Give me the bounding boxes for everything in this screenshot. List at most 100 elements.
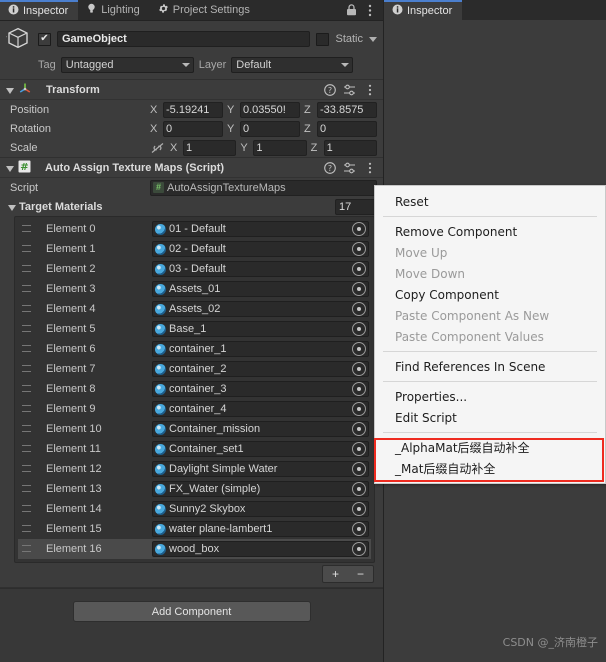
drag-handle-icon[interactable] (20, 384, 34, 394)
menu-item-remove-component[interactable]: Remove Component (375, 221, 605, 242)
object-picker-icon[interactable] (352, 422, 366, 436)
material-object-field[interactable]: Assets_01 (152, 281, 369, 297)
rotation-z-input[interactable]: 0 (317, 120, 377, 137)
list-item[interactable]: Element 9 container_4 (18, 399, 371, 419)
drag-handle-icon[interactable] (20, 484, 34, 494)
object-picker-icon[interactable] (352, 222, 366, 236)
material-object-field[interactable]: FX_Water (simple) (152, 481, 369, 497)
drag-handle-icon[interactable] (20, 244, 34, 254)
object-picker-icon[interactable] (352, 522, 366, 536)
object-picker-icon[interactable] (352, 542, 366, 556)
gameobject-enabled-checkbox[interactable]: ✔ (38, 32, 51, 46)
position-y-input[interactable]: 0.03550! (240, 101, 300, 118)
drag-handle-icon[interactable] (20, 224, 34, 234)
drag-handle-icon[interactable] (20, 424, 34, 434)
script-foldout-icon[interactable] (6, 165, 14, 172)
list-item[interactable]: Element 13 FX_Water (simple) (18, 479, 371, 499)
rotation-y-input[interactable]: 0 (240, 120, 300, 137)
transform-component-header[interactable]: Transform ? (0, 80, 383, 100)
object-picker-icon[interactable] (352, 502, 366, 516)
script-component-header[interactable]: # Auto Assign Texture Maps (Script) ? (0, 158, 383, 178)
object-picker-icon[interactable] (352, 322, 366, 336)
material-object-field[interactable]: Sunny2 Skybox (152, 501, 369, 517)
material-object-field[interactable]: 01 - Default (152, 221, 369, 237)
list-item[interactable]: Element 5 Base_1 (18, 319, 371, 339)
tab-inspector-secondary[interactable]: Inspector (384, 0, 463, 20)
list-item[interactable]: Element 16 wood_box (18, 539, 371, 559)
drag-handle-icon[interactable] (20, 304, 34, 314)
object-picker-icon[interactable] (352, 262, 366, 276)
target-materials-array-header[interactable]: Target Materials 17 (0, 197, 383, 216)
gameobject-name-input[interactable]: GameObject (57, 31, 311, 47)
list-item[interactable]: Element 11 Container_set1 (18, 439, 371, 459)
kebab-menu-icon[interactable] (363, 3, 377, 17)
list-item[interactable]: Element 2 03 - Default (18, 259, 371, 279)
drag-handle-icon[interactable] (20, 544, 34, 554)
drag-handle-icon[interactable] (20, 504, 34, 514)
tag-dropdown[interactable]: Untagged (60, 57, 194, 73)
add-element-button[interactable]: + (323, 566, 348, 582)
menu-item-copy-component[interactable]: Copy Component (375, 284, 605, 305)
material-object-field[interactable]: water plane-lambert1 (152, 521, 369, 537)
lock-icon[interactable] (344, 3, 358, 17)
object-picker-icon[interactable] (352, 482, 366, 496)
position-z-input[interactable]: -33.8575 (317, 101, 377, 118)
material-object-field[interactable]: Daylight Simple Water (152, 461, 369, 477)
drag-handle-icon[interactable] (20, 464, 34, 474)
kebab-menu-icon[interactable] (363, 83, 376, 96)
help-icon[interactable]: ? (323, 161, 336, 174)
object-picker-icon[interactable] (352, 402, 366, 416)
material-object-field[interactable]: container_1 (152, 341, 369, 357)
menu-item-reset[interactable]: Reset (375, 191, 605, 212)
static-dropdown-arrow-icon[interactable] (369, 36, 377, 42)
material-object-field[interactable]: container_4 (152, 401, 369, 417)
position-x-input[interactable]: -5.19241 (163, 101, 223, 118)
scale-y-input[interactable]: 1 (253, 139, 307, 156)
drag-handle-icon[interactable] (20, 324, 34, 334)
tab-lighting[interactable]: Lighting (78, 0, 150, 20)
array-foldout-icon[interactable] (8, 204, 16, 211)
remove-element-button[interactable]: − (348, 566, 373, 582)
scale-z-input[interactable]: 1 (323, 139, 377, 156)
static-checkbox[interactable] (316, 32, 330, 46)
object-picker-icon[interactable] (352, 442, 366, 456)
list-item[interactable]: Element 10 Container_mission (18, 419, 371, 439)
script-object-field[interactable]: # AutoAssignTextureMaps (150, 179, 377, 196)
drag-handle-icon[interactable] (20, 264, 34, 274)
drag-handle-icon[interactable] (20, 404, 34, 414)
material-object-field[interactable]: Base_1 (152, 321, 369, 337)
array-size-input[interactable]: 17 (335, 198, 377, 215)
object-picker-icon[interactable] (352, 462, 366, 476)
rotation-x-input[interactable]: 0 (163, 120, 223, 137)
material-object-field[interactable]: wood_box (152, 541, 369, 557)
transform-foldout-icon[interactable] (6, 87, 14, 94)
menu-item-find-references-in-scene[interactable]: Find References In Scene (375, 356, 605, 377)
component-context-menu[interactable]: Reset Remove Component Move Up Move Down… (374, 185, 606, 484)
list-item[interactable]: Element 12 Daylight Simple Water (18, 459, 371, 479)
object-picker-icon[interactable] (352, 242, 366, 256)
scale-link-off-icon[interactable] (150, 142, 170, 154)
object-picker-icon[interactable] (352, 362, 366, 376)
add-component-button[interactable]: Add Component (72, 601, 311, 622)
list-item[interactable]: Element 6 container_1 (18, 339, 371, 359)
drag-handle-icon[interactable] (20, 344, 34, 354)
menu-item-mat-auto-suffix[interactable]: _Mat后缀自动补全 (375, 458, 605, 479)
material-object-field[interactable]: container_3 (152, 381, 369, 397)
list-item[interactable]: Element 14 Sunny2 Skybox (18, 499, 371, 519)
material-object-field[interactable]: container_2 (152, 361, 369, 377)
tab-project-settings[interactable]: Project Settings (150, 0, 260, 20)
scale-x-input[interactable]: 1 (183, 139, 237, 156)
menu-item-edit-script[interactable]: Edit Script (375, 407, 605, 428)
material-object-field[interactable]: Container_mission (152, 421, 369, 437)
drag-handle-icon[interactable] (20, 364, 34, 374)
list-item[interactable]: Element 8 container_3 (18, 379, 371, 399)
material-object-field[interactable]: Assets_02 (152, 301, 369, 317)
object-picker-icon[interactable] (352, 382, 366, 396)
object-picker-icon[interactable] (352, 342, 366, 356)
tab-inspector[interactable]: Inspector (0, 0, 79, 20)
menu-item-properties[interactable]: Properties... (375, 386, 605, 407)
layer-dropdown[interactable]: Default (231, 57, 354, 73)
drag-handle-icon[interactable] (20, 284, 34, 294)
list-item[interactable]: Element 3 Assets_01 (18, 279, 371, 299)
object-picker-icon[interactable] (352, 282, 366, 296)
